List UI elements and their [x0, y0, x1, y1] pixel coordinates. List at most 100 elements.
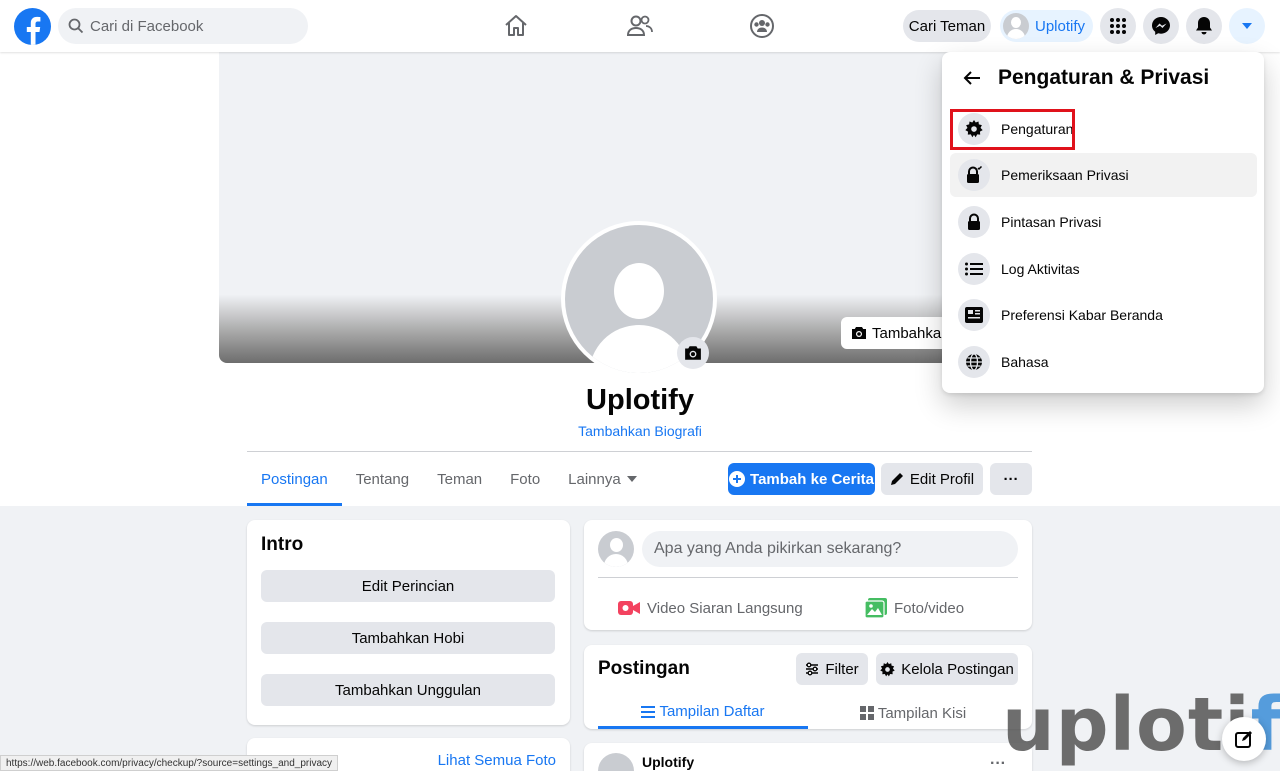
grid-menu-icon [1110, 18, 1126, 34]
friends-icon [626, 15, 653, 36]
home-icon [505, 15, 527, 36]
grid-icon [859, 706, 874, 720]
messenger-button[interactable] [1143, 8, 1179, 44]
facebook-f-icon [26, 16, 41, 45]
arrow-left-icon [963, 71, 980, 85]
posts-title: Postingan [598, 658, 690, 679]
settings-privacy-menu: Pengaturan & Privasi Pengaturan Pemeriks… [942, 52, 1264, 393]
filter-icon [806, 662, 819, 676]
add-to-story-label: Tambah ke Cerita [750, 470, 874, 488]
account-menu-button[interactable] [1229, 8, 1265, 44]
filter-button[interactable]: Filter [796, 653, 868, 685]
photo-icon [865, 598, 887, 618]
photo-video-button[interactable]: Foto/video [865, 590, 964, 626]
tab-about[interactable]: Tentang [342, 452, 423, 506]
nav-home[interactable] [486, 8, 546, 44]
menu-item-activity-log[interactable]: Log Aktivitas [950, 247, 1257, 291]
add-to-story-button[interactable]: Tambah ke Cerita [728, 463, 875, 495]
see-all-photos-link[interactable]: Lihat Semua Foto [438, 752, 556, 769]
caret-down-icon [1242, 23, 1252, 29]
caret-down-icon [626, 476, 637, 482]
grid-view-tab[interactable]: Tampilan Kisi [808, 697, 1018, 729]
nav-friends[interactable] [610, 8, 670, 44]
tab-more-label: Lainnya [568, 470, 621, 488]
menu-item-label: Log Aktivitas [1001, 261, 1080, 277]
list-icon [641, 705, 656, 718]
edit-profile-button[interactable]: Edit Profil [881, 463, 983, 495]
find-friends-button[interactable]: Cari Teman [903, 10, 991, 42]
posts-card: Postingan Filter Kelola Postingan Tampil… [584, 645, 1032, 729]
tab-posts[interactable]: Postingan [247, 452, 342, 506]
list-icon [958, 253, 990, 285]
avatar [598, 531, 634, 567]
avatar [598, 753, 634, 771]
profile-shortcut[interactable]: Uplotify [1000, 10, 1093, 42]
photo-video-label: Foto/video [894, 599, 965, 617]
add-hobbies-button[interactable]: Tambahkan Hobi [261, 622, 555, 654]
menu-item-label: Preferensi Kabar Beranda [1001, 307, 1163, 323]
post-author[interactable]: Uplotify [642, 754, 694, 770]
add-featured-button[interactable]: Tambahkan Unggulan [261, 674, 555, 706]
camera-icon [685, 346, 701, 360]
camera-icon [852, 327, 866, 339]
composer-input[interactable]: Apa yang Anda pikirkan sekarang? [642, 531, 1018, 567]
more-options-button[interactable]: ··· [990, 463, 1032, 495]
list-view-tab[interactable]: Tampilan Daftar [598, 697, 808, 729]
menu-item-privacy-checkup[interactable]: Pemeriksaan Privasi [950, 153, 1257, 197]
top-navigation-bar: Cari Teman Uplotify [0, 0, 1280, 52]
plus-circle-icon [729, 471, 746, 487]
back-button[interactable] [958, 64, 986, 92]
lock-check-icon [958, 159, 990, 191]
post-item: Uplotify ··· [584, 743, 1032, 771]
divider [598, 577, 1018, 578]
lock-icon [958, 206, 990, 238]
search-input[interactable] [90, 17, 290, 35]
bell-icon [1196, 17, 1212, 35]
avatar [1003, 13, 1029, 39]
menu-item-label: Pintasan Privasi [1001, 214, 1102, 230]
new-message-button[interactable] [1222, 717, 1266, 761]
highlight-box [950, 109, 1075, 150]
globe-icon [958, 346, 990, 378]
messenger-icon [1152, 17, 1170, 35]
notifications-button[interactable] [1186, 8, 1222, 44]
live-video-icon [618, 601, 640, 615]
tab-friends[interactable]: Teman [423, 452, 496, 506]
menu-item-privacy-shortcuts[interactable]: Pintasan Privasi [950, 200, 1257, 244]
news-feed-icon [958, 299, 990, 331]
profile-tabs: Postingan Tentang Teman Foto Lainnya [247, 452, 651, 506]
menu-item-label: Bahasa [1001, 354, 1049, 370]
tab-more[interactable]: Lainnya [554, 452, 651, 506]
menu-title: Pengaturan & Privasi [998, 66, 1210, 89]
facebook-logo[interactable] [14, 8, 51, 45]
search-box[interactable] [58, 8, 308, 44]
nav-groups[interactable] [732, 8, 792, 44]
browser-status-bar: https://web.facebook.com/privacy/checkup… [0, 755, 339, 771]
list-view-label: Tampilan Daftar [659, 703, 765, 720]
groups-icon [750, 14, 774, 38]
add-bio-link[interactable]: Tambahkan Biografi [440, 423, 840, 439]
filter-label: Filter [825, 660, 859, 678]
update-profile-picture-button[interactable] [677, 337, 709, 369]
post-composer: Apa yang Anda pikirkan sekarang? Video S… [584, 520, 1032, 630]
gear-icon [880, 661, 895, 676]
menu-item-label: Pemeriksaan Privasi [1001, 167, 1129, 183]
pencil-icon [890, 473, 903, 485]
intro-title: Intro [261, 534, 304, 555]
tab-photos[interactable]: Foto [496, 452, 554, 506]
manage-posts-label: Kelola Postingan [901, 660, 1014, 678]
live-video-button[interactable]: Video Siaran Langsung [618, 590, 803, 626]
grid-view-label: Tampilan Kisi [877, 704, 967, 722]
intro-card: Intro Edit Perincian Tambahkan Hobi Tamb… [247, 520, 570, 725]
menu-button[interactable] [1100, 8, 1136, 44]
edit-details-button[interactable]: Edit Perincian [261, 570, 555, 602]
compose-icon [1235, 731, 1252, 748]
search-icon [68, 18, 84, 34]
live-video-label: Video Siaran Langsung [647, 599, 803, 617]
menu-item-news-feed-preferences[interactable]: Preferensi Kabar Beranda [950, 293, 1257, 337]
menu-item-language[interactable]: Bahasa [950, 340, 1257, 384]
manage-posts-button[interactable]: Kelola Postingan [876, 653, 1018, 685]
edit-profile-label: Edit Profil [909, 470, 975, 488]
profile-name: Uplotify [586, 384, 694, 416]
profile-shortcut-label: Uplotify [1035, 17, 1086, 35]
